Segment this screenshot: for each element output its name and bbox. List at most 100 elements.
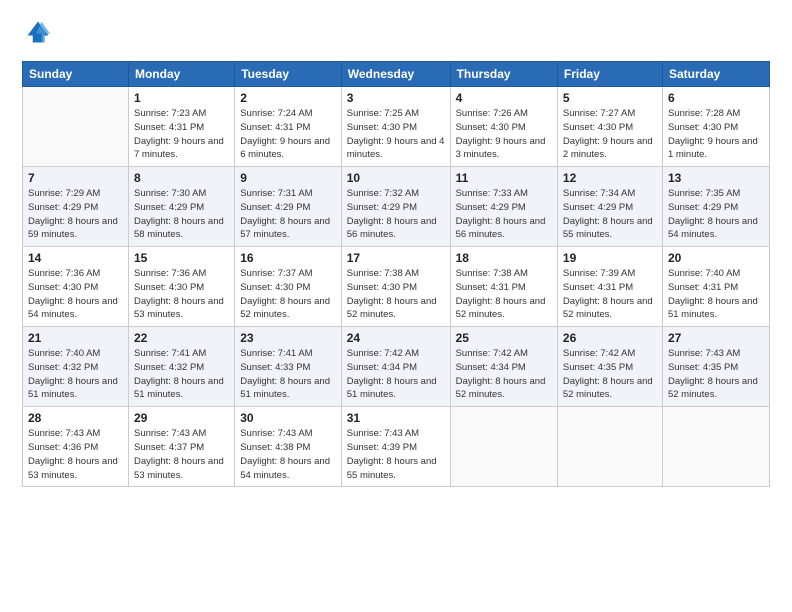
- day-number: 15: [134, 251, 229, 265]
- day-number: 4: [456, 91, 552, 105]
- day-info: Sunrise: 7:33 AMSunset: 4:29 PMDaylight:…: [456, 187, 552, 242]
- day-number: 18: [456, 251, 552, 265]
- day-info: Sunrise: 7:42 AMSunset: 4:34 PMDaylight:…: [456, 347, 552, 402]
- day-number: 11: [456, 171, 552, 185]
- calendar-cell: 10 Sunrise: 7:32 AMSunset: 4:29 PMDayligh…: [341, 167, 450, 247]
- calendar-cell: 9 Sunrise: 7:31 AMSunset: 4:29 PMDaylight…: [235, 167, 342, 247]
- day-number: 21: [28, 331, 123, 345]
- calendar-cell: 2 Sunrise: 7:24 AMSunset: 4:31 PMDaylight…: [235, 87, 342, 167]
- day-number: 17: [347, 251, 445, 265]
- day-number: 9: [240, 171, 336, 185]
- day-info: Sunrise: 7:29 AMSunset: 4:29 PMDaylight:…: [28, 187, 123, 242]
- day-number: 24: [347, 331, 445, 345]
- day-number: 26: [563, 331, 657, 345]
- calendar-cell: [23, 87, 129, 167]
- day-info: Sunrise: 7:32 AMSunset: 4:29 PMDaylight:…: [347, 187, 445, 242]
- logo: [22, 18, 52, 51]
- day-info: Sunrise: 7:28 AMSunset: 4:30 PMDaylight:…: [668, 107, 764, 162]
- calendar-cell: 4 Sunrise: 7:26 AMSunset: 4:30 PMDaylight…: [450, 87, 557, 167]
- day-info: Sunrise: 7:42 AMSunset: 4:35 PMDaylight:…: [563, 347, 657, 402]
- calendar-cell: [557, 407, 662, 487]
- weekday-header-saturday: Saturday: [662, 62, 769, 87]
- calendar-cell: 24 Sunrise: 7:42 AMSunset: 4:34 PMDayligh…: [341, 327, 450, 407]
- calendar-cell: 11 Sunrise: 7:33 AMSunset: 4:29 PMDayligh…: [450, 167, 557, 247]
- day-info: Sunrise: 7:24 AMSunset: 4:31 PMDaylight:…: [240, 107, 336, 162]
- day-number: 31: [347, 411, 445, 425]
- day-number: 2: [240, 91, 336, 105]
- calendar-cell: 1Sunrise: 7:23 AMSunset: 4:31 PMDaylight…: [128, 87, 234, 167]
- day-number: 30: [240, 411, 336, 425]
- day-number: 19: [563, 251, 657, 265]
- day-number: 27: [668, 331, 764, 345]
- calendar-week-2: 14 Sunrise: 7:36 AMSunset: 4:30 PMDayligh…: [23, 247, 770, 327]
- day-number: 8: [134, 171, 229, 185]
- calendar-cell: 12 Sunrise: 7:34 AMSunset: 4:29 PMDayligh…: [557, 167, 662, 247]
- day-info: Sunrise: 7:43 AMSunset: 4:36 PMDaylight:…: [28, 427, 123, 482]
- weekday-header-tuesday: Tuesday: [235, 62, 342, 87]
- calendar-cell: 20Sunrise: 7:40 AMSunset: 4:31 PMDayligh…: [662, 247, 769, 327]
- day-info: Sunrise: 7:38 AMSunset: 4:30 PMDaylight:…: [347, 267, 445, 322]
- calendar-cell: 23 Sunrise: 7:41 AMSunset: 4:33 PMDayligh…: [235, 327, 342, 407]
- calendar-cell: 15 Sunrise: 7:36 AMSunset: 4:30 PMDayligh…: [128, 247, 234, 327]
- day-info: Sunrise: 7:26 AMSunset: 4:30 PMDaylight:…: [456, 107, 552, 162]
- day-number: 20: [668, 251, 764, 265]
- calendar-cell: [450, 407, 557, 487]
- day-info: Sunrise: 7:43 AMSunset: 4:39 PMDaylight:…: [347, 427, 445, 482]
- day-number: 16: [240, 251, 336, 265]
- weekday-header-wednesday: Wednesday: [341, 62, 450, 87]
- weekday-header-sunday: Sunday: [23, 62, 129, 87]
- calendar-cell: 17 Sunrise: 7:38 AMSunset: 4:30 PMDayligh…: [341, 247, 450, 327]
- weekday-header-thursday: Thursday: [450, 62, 557, 87]
- calendar-cell: 25 Sunrise: 7:42 AMSunset: 4:34 PMDayligh…: [450, 327, 557, 407]
- day-info: Sunrise: 7:36 AMSunset: 4:30 PMDaylight:…: [134, 267, 229, 322]
- day-number: 3: [347, 91, 445, 105]
- day-info: Sunrise: 7:36 AMSunset: 4:30 PMDaylight:…: [28, 267, 123, 322]
- day-info: Sunrise: 7:41 AMSunset: 4:32 PMDaylight:…: [134, 347, 229, 402]
- calendar-week-3: 21 Sunrise: 7:40 AMSunset: 4:32 PMDayligh…: [23, 327, 770, 407]
- day-info: Sunrise: 7:42 AMSunset: 4:34 PMDaylight:…: [347, 347, 445, 402]
- logo-icon: [24, 18, 52, 46]
- header: [22, 18, 770, 51]
- day-info: Sunrise: 7:34 AMSunset: 4:29 PMDaylight:…: [563, 187, 657, 242]
- day-number: 5: [563, 91, 657, 105]
- day-info: Sunrise: 7:31 AMSunset: 4:29 PMDaylight:…: [240, 187, 336, 242]
- calendar-cell: [662, 407, 769, 487]
- page: SundayMondayTuesdayWednesdayThursdayFrid…: [0, 0, 792, 612]
- day-number: 7: [28, 171, 123, 185]
- calendar-cell: 18 Sunrise: 7:38 AMSunset: 4:31 PMDayligh…: [450, 247, 557, 327]
- day-info: Sunrise: 7:41 AMSunset: 4:33 PMDaylight:…: [240, 347, 336, 402]
- calendar-week-1: 7 Sunrise: 7:29 AMSunset: 4:29 PMDaylight…: [23, 167, 770, 247]
- calendar-cell: 30Sunrise: 7:43 AMSunset: 4:38 PMDayligh…: [235, 407, 342, 487]
- calendar-cell: 26 Sunrise: 7:42 AMSunset: 4:35 PMDayligh…: [557, 327, 662, 407]
- day-info: Sunrise: 7:30 AMSunset: 4:29 PMDaylight:…: [134, 187, 229, 242]
- day-info: Sunrise: 7:35 AMSunset: 4:29 PMDaylight:…: [668, 187, 764, 242]
- calendar-cell: 27Sunrise: 7:43 AMSunset: 4:35 PMDayligh…: [662, 327, 769, 407]
- calendar-table: SundayMondayTuesdayWednesdayThursdayFrid…: [22, 61, 770, 487]
- weekday-header-monday: Monday: [128, 62, 234, 87]
- day-number: 25: [456, 331, 552, 345]
- calendar-cell: 16Sunrise: 7:37 AMSunset: 4:30 PMDayligh…: [235, 247, 342, 327]
- day-number: 28: [28, 411, 123, 425]
- calendar-cell: 31 Sunrise: 7:43 AMSunset: 4:39 PMDayligh…: [341, 407, 450, 487]
- day-number: 23: [240, 331, 336, 345]
- day-info: Sunrise: 7:25 AMSunset: 4:30 PMDaylight:…: [347, 107, 445, 162]
- day-number: 1: [134, 91, 229, 105]
- calendar-cell: 6Sunrise: 7:28 AMSunset: 4:30 PMDaylight…: [662, 87, 769, 167]
- weekday-header-friday: Friday: [557, 62, 662, 87]
- day-number: 14: [28, 251, 123, 265]
- day-info: Sunrise: 7:40 AMSunset: 4:32 PMDaylight:…: [28, 347, 123, 402]
- day-number: 22: [134, 331, 229, 345]
- day-info: Sunrise: 7:39 AMSunset: 4:31 PMDaylight:…: [563, 267, 657, 322]
- day-number: 12: [563, 171, 657, 185]
- calendar-cell: 21 Sunrise: 7:40 AMSunset: 4:32 PMDayligh…: [23, 327, 129, 407]
- calendar-cell: 19 Sunrise: 7:39 AMSunset: 4:31 PMDayligh…: [557, 247, 662, 327]
- calendar-cell: 13 Sunrise: 7:35 AMSunset: 4:29 PMDayligh…: [662, 167, 769, 247]
- calendar-cell: 22 Sunrise: 7:41 AMSunset: 4:32 PMDayligh…: [128, 327, 234, 407]
- day-number: 13: [668, 171, 764, 185]
- calendar-week-4: 28 Sunrise: 7:43 AMSunset: 4:36 PMDayligh…: [23, 407, 770, 487]
- day-number: 10: [347, 171, 445, 185]
- calendar-cell: 28 Sunrise: 7:43 AMSunset: 4:36 PMDayligh…: [23, 407, 129, 487]
- calendar-cell: 8 Sunrise: 7:30 AMSunset: 4:29 PMDaylight…: [128, 167, 234, 247]
- calendar-header-row: SundayMondayTuesdayWednesdayThursdayFrid…: [23, 62, 770, 87]
- day-info: Sunrise: 7:38 AMSunset: 4:31 PMDaylight:…: [456, 267, 552, 322]
